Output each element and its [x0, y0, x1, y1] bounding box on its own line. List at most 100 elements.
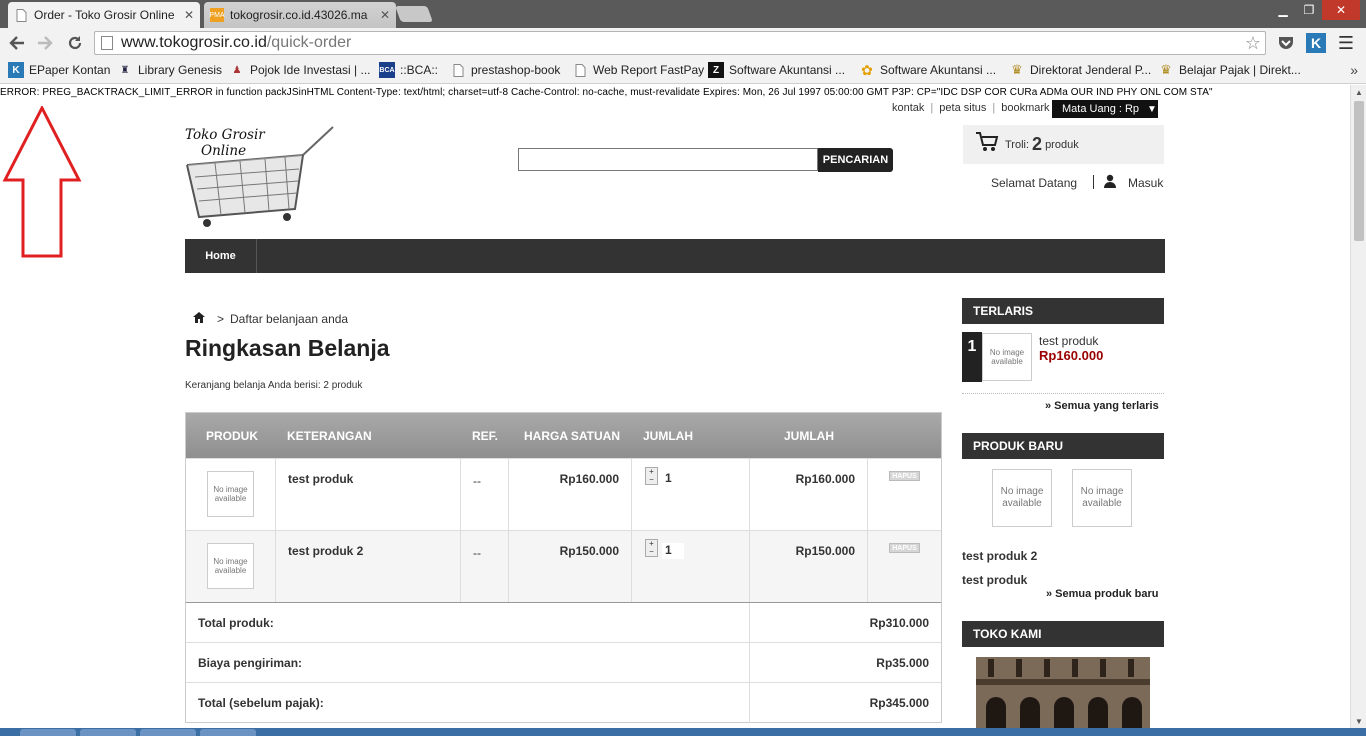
header-ref: REF. [472, 429, 499, 443]
store-photo[interactable] [976, 657, 1150, 728]
close-icon[interactable]: ✕ [380, 8, 390, 22]
scroll-down-icon[interactable]: ▼ [1351, 714, 1366, 728]
product-name[interactable]: test produk 2 [288, 544, 363, 558]
tab-tokogrosir[interactable]: PMA tokogrosir.co.id.43026.ma ✕ [204, 2, 396, 28]
quantity-stepper[interactable]: + − [645, 539, 658, 557]
product-thumbnail[interactable]: No image available [1072, 469, 1132, 527]
quantity-input[interactable]: 1 [662, 471, 684, 487]
os-taskbar [0, 728, 1366, 736]
page-icon [572, 62, 588, 78]
chevron-right-icon[interactable]: » [1350, 62, 1358, 78]
product-thumbnail[interactable]: No image available [982, 333, 1032, 381]
new-product-name[interactable]: test produk 2 [962, 549, 1037, 563]
table-row: No image available test produk 2 -- Rp15… [186, 530, 941, 603]
all-new-products-link[interactable]: » Semua produk baru [1046, 588, 1158, 600]
header-links: kontak | peta situs | bookmark [886, 102, 1056, 114]
bookmark-bca[interactable]: BCA::BCA:: [379, 62, 438, 78]
k-extension-icon[interactable]: K [1306, 33, 1326, 53]
delete-button[interactable]: HAPUS [889, 543, 920, 553]
window-close-icon[interactable]: ✕ [1322, 0, 1360, 20]
link-kontak[interactable]: kontak [886, 102, 930, 114]
bookmark-library-genesis[interactable]: ♜ Library Genesis [117, 62, 223, 78]
bestseller-item[interactable]: 1 No image available test produk Rp160.0… [962, 332, 1164, 384]
restore-icon[interactable]: ❐ [1296, 0, 1322, 20]
swirl-icon: ✿ [861, 61, 873, 78]
pocket-icon[interactable] [1276, 33, 1296, 53]
taskbar-button[interactable] [20, 729, 76, 736]
scroll-thumb[interactable] [1354, 101, 1364, 241]
welcome-text: Selamat Datang [991, 176, 1078, 190]
our-store-heading[interactable]: TOKO KAMI [962, 621, 1164, 647]
menu-item-home[interactable]: Home [185, 239, 257, 273]
cart-summary-box[interactable]: Troli: 2 produk [963, 125, 1164, 164]
table-header: PRODUK KETERANGAN REF. HARGA SATUAN JUML… [186, 413, 941, 458]
bookmark-software-akuntansi-1[interactable]: Z Software Akuntansi ... [708, 62, 845, 78]
bookmark-epaper-kontan[interactable]: K EPaper Kontan [8, 62, 110, 78]
summary-biaya-pengiriman: Biaya pengiriman: Rp35.000 [186, 642, 941, 683]
bookmark-software-akuntansi-2[interactable]: ✿ Software Akuntansi ... [859, 62, 996, 78]
bookmark-belajar-pajak[interactable]: ♛ Belajar Pajak | Direkt... [1158, 62, 1301, 78]
product-name[interactable]: test produk [288, 472, 353, 486]
login-link[interactable]: Masuk [1128, 176, 1163, 190]
minimize-icon[interactable]: ▁ [1270, 0, 1296, 20]
all-bestsellers-link[interactable]: » Semua yang terlaris [1045, 400, 1159, 412]
main-menu: Home [185, 239, 1165, 273]
bestseller-name[interactable]: test produk [1039, 334, 1098, 348]
header-keterangan: KETERANGAN [287, 429, 372, 443]
z-icon: Z [708, 62, 724, 78]
bookmark-direktorat-jenderal[interactable]: ♛ Direktorat Jenderal P... [1009, 62, 1151, 78]
product-thumbnail[interactable]: No image available [207, 471, 254, 517]
product-thumbnail[interactable]: No image available [207, 543, 254, 589]
reload-icon[interactable] [63, 32, 87, 54]
bookmark-web-report-fastpay[interactable]: Web Report FastPay [572, 62, 704, 78]
unit-price: Rp160.000 [559, 472, 619, 486]
close-icon[interactable]: ✕ [184, 8, 194, 22]
bookmark-pojok-ide[interactable]: ♟ Pojok Ide Investasi | ... [229, 62, 371, 78]
cart-label: Troli: [1005, 138, 1030, 151]
menu-icon[interactable]: ☰ [1336, 33, 1356, 53]
new-product-name[interactable]: test produk [962, 573, 1027, 587]
breadcrumb: > Daftar belanjaan anda [193, 312, 348, 326]
link-bookmark[interactable]: bookmark [995, 102, 1055, 114]
taskbar-button[interactable] [80, 729, 136, 736]
address-bar[interactable]: www.tokogrosir.co.id/quick-order ☆ [94, 31, 1266, 55]
tab-order[interactable]: Order - Toko Grosir Online ✕ [8, 2, 200, 28]
forward-icon[interactable] [33, 32, 57, 54]
link-peta-situs[interactable]: peta situs [933, 102, 992, 114]
cart-icon [975, 131, 999, 159]
page-scrollbar[interactable]: ▲ ▼ [1350, 85, 1366, 728]
shopping-cart-logo-icon [186, 126, 334, 227]
bestseller-rank: 1 [962, 332, 982, 382]
quantity-stepper[interactable]: + − [645, 467, 658, 485]
summary-total-produk: Total produk: Rp310.000 [186, 602, 941, 643]
currency-selector[interactable]: Mata Uang : Rp ▼ [1052, 100, 1158, 118]
store-logo[interactable]: Toko Grosir Online [185, 125, 337, 229]
page-icon [450, 62, 466, 78]
taskbar-button[interactable] [140, 729, 196, 736]
page-icon [14, 8, 28, 22]
delete-button[interactable]: HAPUS [889, 471, 920, 481]
bestsellers-heading[interactable]: TERLARIS [962, 298, 1164, 324]
table-row: No image available test produk -- Rp160.… [186, 458, 941, 531]
star-icon[interactable]: ☆ [1245, 33, 1261, 54]
cart-count: 2 [1032, 134, 1043, 154]
search-button[interactable]: PENCARIAN [818, 148, 893, 172]
taskbar-button[interactable] [200, 729, 256, 736]
back-icon[interactable] [5, 32, 29, 54]
url-host: www.tokogrosir.co.id [121, 34, 267, 51]
new-tab-button[interactable] [395, 6, 433, 22]
page-title: Ringkasan Belanja [185, 335, 390, 361]
quantity-input[interactable]: 1 [662, 543, 684, 559]
tab-title: tokogrosir.co.id.43026.ma [230, 8, 368, 22]
scroll-up-icon[interactable]: ▲ [1351, 85, 1366, 99]
library-icon: ♜ [120, 64, 130, 76]
product-thumbnail[interactable]: No image available [992, 469, 1052, 527]
user-icon [1103, 174, 1117, 191]
home-icon[interactable] [193, 312, 205, 326]
search-input[interactable] [518, 148, 818, 171]
bookmark-prestashop-book[interactable]: prestashop-book [450, 62, 560, 78]
header-jumlah-total: JUMLAH [784, 429, 834, 443]
new-products-heading[interactable]: PRODUK BARU [962, 433, 1164, 459]
summary-label: Biaya pengiriman: [198, 656, 303, 670]
k-icon: K [8, 62, 24, 78]
